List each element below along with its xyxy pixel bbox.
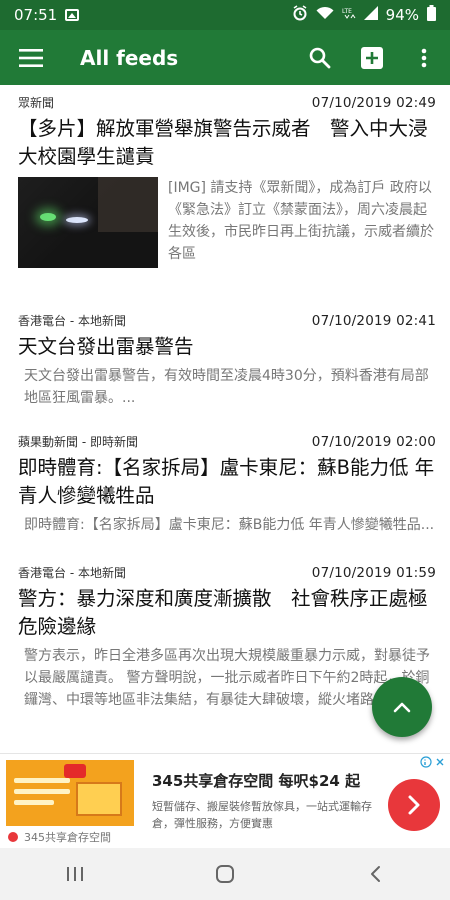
battery-level: 94% [385, 6, 419, 24]
battery-icon [427, 5, 436, 25]
ad-cta-button[interactable] [388, 779, 440, 831]
feed-item[interactable]: 蘋果動新聞 - 即時新聞 07/10/2019 02:00 即時體育:【名家拆局… [0, 409, 450, 536]
image-icon [65, 9, 80, 21]
add-icon[interactable] [346, 30, 398, 85]
feed-title[interactable]: 【多片】解放軍營舉旗警告示威者 警入中大浸大校園學生譴責 [18, 115, 436, 171]
feed-snippet: 即時體育:【名家拆局】盧卡東尼：蘇B能力低 年青人慘變犧牲品... [24, 517, 435, 533]
svg-text:LTE: LTE [342, 8, 352, 15]
feed-date: 07/10/2019 02:41 [311, 313, 436, 329]
close-icon[interactable] [434, 756, 446, 768]
back-icon[interactable] [335, 848, 415, 900]
ad-choices-icon[interactable] [420, 756, 432, 768]
feed-title[interactable]: 即時體育:【名家拆局】盧卡東尼：蘇B能力低 年青人慘變犧牲品 [18, 454, 436, 510]
feed-snippet: 天文台發出雷暴警告，有效時間至凌晨4時30分，預料香港有局部地區狂風雷暴。... [24, 368, 429, 406]
feed-list[interactable]: 眾新聞 07/10/2019 02:49 【多片】解放軍營舉旗警告示威者 警入中… [0, 85, 450, 753]
feed-source: 香港電台 - 本地新聞 [18, 566, 126, 580]
feed-title[interactable]: 天文台發出雷暴警告 [18, 333, 436, 361]
feed-date: 07/10/2019 01:59 [311, 565, 436, 581]
feed-item[interactable]: 香港電台 - 本地新聞 07/10/2019 02:41 天文台發出雷暴警告 天… [0, 268, 450, 409]
ad-logo-icon [8, 832, 18, 842]
ad-banner[interactable]: 345共享倉存空間 345共享倉存空間 每呎$24 起 短暫儲存、搬屋裝修暫放傢… [0, 753, 450, 848]
app-bar: All feeds [0, 30, 450, 85]
scroll-top-button[interactable] [372, 677, 432, 737]
system-nav-bar [0, 848, 450, 900]
feed-source: 香港電台 - 本地新聞 [18, 314, 126, 328]
feed-snippet: [IMG] 請支持《眾新聞》，成為訂戶 政府以《緊急法》訂立《禁蒙面法》，周六凌… [168, 180, 434, 262]
chevron-right-icon [408, 795, 420, 815]
alarm-icon [292, 5, 308, 25]
feed-item[interactable]: 眾新聞 07/10/2019 02:49 【多片】解放軍營舉旗警告示威者 警入中… [0, 85, 450, 268]
more-vert-icon[interactable] [398, 30, 450, 85]
feed-date: 07/10/2019 02:00 [311, 434, 436, 450]
status-bar: 07:51 LTE 94% [0, 0, 450, 30]
menu-icon[interactable] [0, 30, 62, 85]
signal-icon [363, 6, 378, 24]
chevron-up-icon [393, 702, 411, 713]
feed-title[interactable]: 警方：暴力深度和廣度漸擴散 社會秩序正處極危險邊緣 [18, 585, 436, 641]
lte-icon: LTE [342, 6, 356, 24]
feed-source: 眾新聞 [18, 96, 55, 110]
search-icon[interactable] [294, 30, 346, 85]
feed-thumbnail[interactable] [18, 177, 158, 268]
feed-date: 07/10/2019 02:49 [311, 95, 436, 111]
feed-source: 蘋果動新聞 - 即時新聞 [18, 435, 138, 449]
ad-advertiser: 345共享倉存空間 [8, 829, 111, 845]
ad-description: 短暫儲存、搬屋裝修暫放傢具，一站式運輸存倉，彈性服務，方便實惠 [152, 800, 372, 830]
home-icon[interactable] [185, 848, 265, 900]
wifi-icon [316, 6, 334, 24]
recent-apps-icon[interactable] [35, 848, 115, 900]
ad-title[interactable]: 345共享倉存空間 每呎$24 起 [152, 770, 360, 791]
page-title: All feeds [80, 45, 179, 70]
ad-choices[interactable] [420, 756, 446, 768]
ad-image[interactable] [6, 760, 134, 826]
status-time: 07:51 [14, 6, 58, 24]
